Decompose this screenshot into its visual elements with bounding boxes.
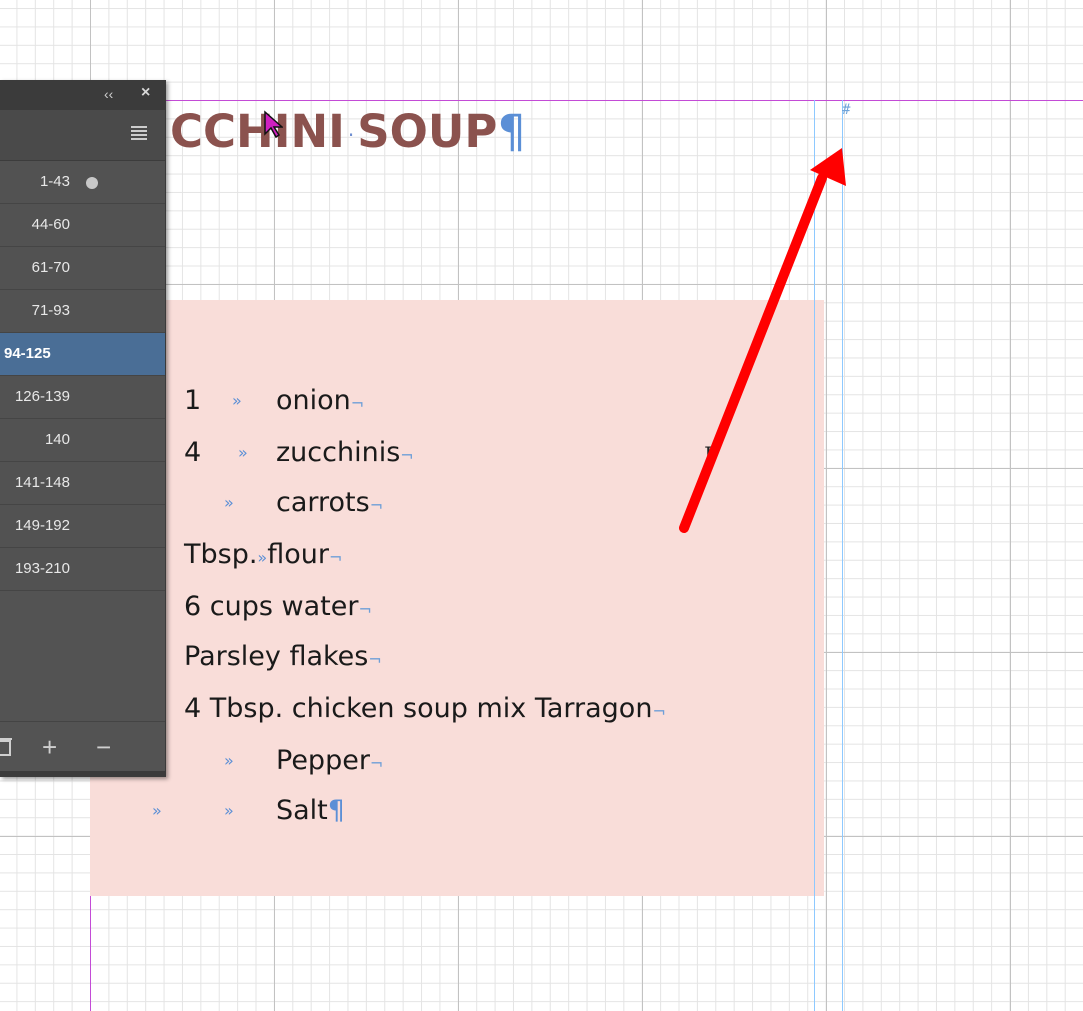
recipe-heading[interactable]: CCHINI ·SOUP¶ — [170, 104, 526, 163]
ingredient-text: Parsley flakes — [184, 641, 369, 672]
ingredient-line-7[interactable]: 4 Tbsp. chicken soup mix Tarragon¬ — [184, 694, 666, 727]
text-cursor-icon: Ⅰ — [704, 444, 713, 469]
range-label: 71-93 — [31, 302, 70, 319]
remove-range-button[interactable]: − — [96, 734, 111, 760]
panel-title-bar[interactable]: ‹‹ × — [0, 80, 165, 110]
heading-word-1: CCHINI — [170, 105, 345, 158]
ingredient-line-2[interactable]: 4 » zucchinis¬ — [184, 437, 414, 468]
ingredient-text: Pepper¬ — [276, 745, 384, 776]
range-item[interactable]: 1-43 — [0, 161, 165, 204]
range-label: 126-139 — [14, 388, 70, 405]
range-item[interactable]: 44-60 — [0, 204, 165, 247]
range-item[interactable]: 61-70 — [0, 247, 165, 290]
add-range-button[interactable]: + — [42, 734, 57, 760]
column-guide-right — [842, 100, 843, 1011]
tab-mark: » — [224, 751, 234, 770]
tab-mark: » — [232, 391, 242, 410]
pilcrow-mark: ¶ — [497, 105, 527, 158]
ingredient-line-5[interactable]: 6 cups water¬ — [184, 592, 372, 625]
ingredient-qty: Tbsp. — [184, 539, 258, 570]
line-end-mark: ¬ — [368, 650, 382, 669]
range-label: 149-192 — [14, 517, 70, 534]
heading-space-mark: · — [347, 123, 355, 147]
panel-header — [0, 110, 165, 161]
range-item[interactable]: 126-139 — [0, 376, 165, 419]
range-item[interactable]: 140 — [0, 419, 165, 462]
range-label: 140 — [44, 431, 70, 448]
ingredient-text: flour — [267, 539, 329, 570]
ingredient-text: onion¬ — [276, 385, 365, 416]
top-margin-guide — [90, 100, 1083, 101]
range-item-selected[interactable]: 94-125 — [0, 333, 165, 376]
ingredient-line-6[interactable]: Parsley flakes¬ — [184, 642, 382, 675]
ingredient-qty: 4 — [184, 437, 202, 468]
range-item[interactable]: 149-192 — [0, 505, 165, 548]
page-ranges-panel[interactable]: ‹‹ × 1-43 44-60 61-70 71-93 94-125 126-1… — [0, 80, 166, 777]
range-item[interactable]: 193-210 — [0, 548, 165, 591]
ingredient-text: carrots¬ — [276, 487, 384, 518]
range-item[interactable]: 141-148 — [0, 462, 165, 505]
ingredient-text: 4 Tbsp. chicken soup mix Tarragon — [184, 693, 653, 724]
range-label: 61-70 — [31, 259, 70, 276]
ingredient-line-1[interactable]: 1 » onion¬ — [184, 385, 364, 416]
panel-footer: + − — [0, 721, 165, 777]
tab-mark: » — [224, 493, 234, 512]
ingredient-text: zucchinis¬ — [276, 437, 414, 468]
range-label: 1-43 — [39, 173, 70, 190]
heading-word-2: SOUP — [357, 105, 498, 158]
mouse-pointer-icon — [264, 110, 283, 139]
trash-icon[interactable] — [0, 736, 12, 756]
ingredient-text: Salt¶ — [276, 795, 345, 826]
range-label: 141-148 — [14, 474, 70, 491]
panel-bottom-strip — [0, 771, 165, 777]
close-icon[interactable]: × — [141, 84, 150, 102]
tab-mark: » — [257, 548, 268, 567]
range-label: 44-60 — [31, 216, 70, 233]
ingredient-line-4[interactable]: Tbsp.»flour¬ — [184, 540, 342, 573]
collapse-panel-icon[interactable]: ‹‹ — [104, 86, 113, 102]
line-end-mark: ¬ — [328, 548, 343, 567]
ingredient-text: 6 cups water — [184, 591, 359, 622]
range-item[interactable]: 71-93 — [0, 290, 165, 333]
tab-mark: » — [152, 801, 162, 820]
range-label: 94-125 — [4, 345, 51, 362]
status-dot-icon — [86, 177, 98, 189]
tab-mark: » — [224, 801, 234, 820]
range-label: 193-210 — [14, 560, 70, 577]
ingredient-qty: 1 — [184, 385, 202, 416]
tab-mark: » — [238, 443, 248, 462]
line-end-mark: ¬ — [358, 600, 372, 619]
panel-menu-icon[interactable] — [131, 126, 147, 142]
column-marker: # — [842, 102, 851, 118]
line-end-mark: ¬ — [652, 702, 666, 721]
column-guide-left — [814, 100, 815, 1011]
